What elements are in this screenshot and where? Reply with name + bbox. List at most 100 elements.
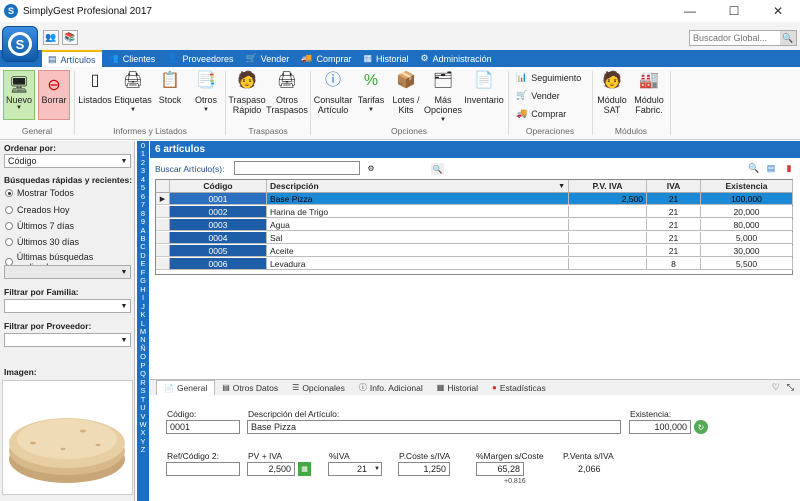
- radio-ultimos-30[interactable]: Últimos 30 días: [5, 237, 79, 247]
- tab-estadisticas[interactable]: ● Estadísticas: [485, 380, 553, 395]
- tab-otros-datos[interactable]: ▤ Otros Datos: [215, 380, 285, 395]
- ordenar-select[interactable]: Código ▼: [4, 154, 131, 168]
- data-icon: ▤: [222, 383, 230, 392]
- pcoste-field[interactable]: 1,250: [398, 462, 450, 476]
- traspaso-rapido-button[interactable]: 🧑 Traspaso Rápido: [228, 69, 266, 116]
- collapse-icon[interactable]: ⤡: [787, 382, 794, 393]
- otros-button[interactable]: 📑 Otros ▼: [192, 69, 220, 115]
- cell-iva: 21: [647, 206, 701, 218]
- table-row[interactable]: 0006 Levadura 8 5,500: [170, 258, 793, 270]
- table-row[interactable]: 0005 Aceite 21 30,000: [170, 245, 793, 257]
- proveedor-select[interactable]: ▼: [4, 333, 131, 347]
- ref-field[interactable]: [166, 462, 240, 476]
- seguimiento-button[interactable]: 📊 Seguimiento: [516, 72, 581, 83]
- row-indicator[interactable]: [156, 219, 170, 231]
- cell-existencia: 80,000: [701, 219, 793, 231]
- barcode-icon[interactable]: ▤: [764, 162, 778, 175]
- stock-detail-icon[interactable]: ↻: [694, 420, 708, 434]
- descripcion-label: Descripción del Artículo:: [248, 409, 340, 419]
- search-icon[interactable]: 🔍: [780, 31, 796, 45]
- codigo-label: Código:: [167, 409, 197, 419]
- tab-vender[interactable]: 🛒 Vender: [240, 50, 296, 67]
- modulo-fabric-button[interactable]: 🏭 Módulo Fabric.: [632, 69, 666, 116]
- existencia-field[interactable]: 100,000: [629, 420, 691, 434]
- inventario-button[interactable]: 📄 Inventario: [464, 69, 504, 106]
- table-row[interactable]: 0003 Agua 21 80,000: [170, 219, 793, 231]
- borrar-button[interactable]: ⊖ Borrar: [38, 70, 70, 120]
- column-pv-iva[interactable]: P.V. IVA: [569, 180, 647, 193]
- cell-codigo: 0004: [170, 232, 267, 244]
- otros-traspasos-button[interactable]: 🖨 Otros Traspasos: [266, 69, 308, 116]
- tab-articulos[interactable]: ▤ Artículos: [42, 50, 102, 67]
- nuevo-button[interactable]: 🖥 Nuevo ▼: [3, 70, 35, 120]
- column-iva[interactable]: IVA: [647, 180, 701, 193]
- table-row[interactable]: 0002 Harina de Trigo 21 20,000: [170, 206, 793, 218]
- row-header-corner: [156, 180, 170, 193]
- table-row[interactable]: 0001 Base Pizza 2,500 21 100,000: [170, 193, 793, 205]
- row-indicator[interactable]: [156, 232, 170, 244]
- descripcion-field[interactable]: Base Pizza: [247, 420, 621, 434]
- cell-pv: [569, 245, 647, 257]
- radio-ultimos-7[interactable]: Últimos 7 días: [5, 221, 74, 231]
- calculator-icon[interactable]: ▦: [298, 462, 311, 476]
- search-icon[interactable]: 🔍: [431, 163, 444, 175]
- etiquetas-button[interactable]: 🖨 Etiquetas ▼: [114, 69, 152, 115]
- tab-general[interactable]: 📄 General: [156, 380, 216, 395]
- tarifas-button[interactable]: % Tarifas ▼: [356, 69, 386, 115]
- column-codigo[interactable]: Código: [170, 180, 267, 193]
- radio-mostrar-todos[interactable]: Mostrar Todos: [5, 188, 74, 198]
- minimize-button[interactable]: —: [668, 0, 712, 22]
- tab-clientes[interactable]: 👥 Clientes: [102, 50, 162, 67]
- ultimas-busquedas-select[interactable]: ▼: [4, 265, 131, 279]
- lotes-kits-button[interactable]: 📦 Lotes / Kits: [391, 69, 421, 116]
- iva-select[interactable]: 21 ▼: [328, 462, 382, 476]
- radio-creados-hoy[interactable]: Creados Hoy: [5, 205, 70, 215]
- article-search-bar: Buscar Artículo(s): 🔍 ⚙ 🔍 ▤ ▮: [150, 159, 800, 179]
- tab-historial[interactable]: ▦ Historial: [430, 380, 485, 395]
- comprar-op-button[interactable]: 🚚 Comprar: [516, 108, 566, 119]
- consultar-articulo-button[interactable]: ⓘ Consultar Artículo: [313, 69, 353, 116]
- favorite-icon[interactable]: ♡: [772, 382, 780, 393]
- bookmark-icon[interactable]: ▮: [782, 162, 796, 175]
- filter-icon[interactable]: ⚙: [365, 162, 377, 174]
- modulo-sat-button[interactable]: 🧑 Módulo SAT: [596, 69, 628, 116]
- close-button[interactable]: ✕: [756, 0, 800, 22]
- books-icon[interactable]: 📚: [62, 30, 78, 45]
- mas-opciones-button[interactable]: 🗂 Más Opciones ▼: [424, 69, 462, 125]
- tab-comprar[interactable]: 🚚 Comprar: [295, 50, 357, 67]
- row-indicator[interactable]: [156, 245, 170, 257]
- row-indicator[interactable]: ▶: [156, 193, 170, 205]
- tab-historial[interactable]: ▦ Historial: [358, 50, 415, 67]
- global-search-input[interactable]: [690, 31, 780, 45]
- zoom-icon[interactable]: 🔍: [747, 162, 761, 175]
- list-icon: ▯: [90, 72, 100, 89]
- cell-descripcion: Base Pizza: [267, 193, 569, 205]
- filter-icon[interactable]: ▼: [558, 183, 565, 190]
- chevron-down-icon: ▼: [120, 336, 128, 344]
- stock-button[interactable]: 📋 Stock: [156, 69, 184, 106]
- chart-icon: ●: [492, 383, 497, 392]
- codigo-field[interactable]: 0001: [166, 420, 240, 434]
- maximize-button[interactable]: ☐: [712, 0, 756, 22]
- margen-field[interactable]: 65,28: [476, 462, 524, 476]
- listados-button[interactable]: ▯ Listados: [78, 69, 112, 106]
- table-row[interactable]: 0004 Sal 21 5,000: [170, 232, 793, 244]
- alpha-index-letter[interactable]: Z: [137, 445, 149, 454]
- familia-select[interactable]: ▼: [4, 299, 131, 313]
- tab-info-adicional[interactable]: ⓘ Info. Adicional: [352, 380, 430, 395]
- app-menu-orb[interactable]: S: [2, 26, 38, 62]
- cell-existencia: 100,000: [701, 193, 793, 205]
- pv-iva-field[interactable]: 2,500: [247, 462, 295, 476]
- column-existencia[interactable]: Existencia: [701, 180, 793, 193]
- row-indicator[interactable]: [156, 206, 170, 218]
- tracking-icon: 📊: [516, 72, 528, 82]
- users-icon[interactable]: 👥: [43, 30, 59, 45]
- cell-iva: 21: [647, 232, 701, 244]
- tab-administracion[interactable]: ⚙ Administración: [415, 50, 498, 67]
- vender-op-button[interactable]: 🛒 Vender: [516, 90, 560, 101]
- tab-opcionales[interactable]: ☰ Opcionales: [285, 380, 352, 395]
- tab-proveedores[interactable]: 👤 Proveedores: [161, 50, 239, 67]
- column-descripcion[interactable]: Descripción ▼: [267, 180, 569, 193]
- article-search-input[interactable]: [235, 162, 345, 174]
- row-indicator[interactable]: [156, 258, 170, 270]
